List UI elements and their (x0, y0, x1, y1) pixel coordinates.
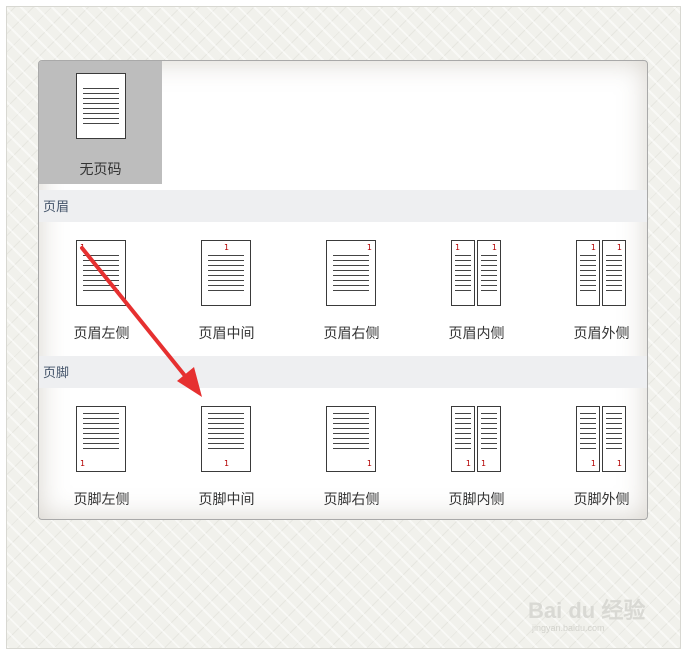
watermark-url-text: jingyan.baidu.com (532, 623, 605, 633)
annotation-arrow-icon (80, 246, 202, 397)
baidu-jingyan-watermark: Bai du 经验 jingyan.baidu.com (528, 585, 678, 645)
watermark-main-text: Bai du 经验 (528, 598, 646, 623)
